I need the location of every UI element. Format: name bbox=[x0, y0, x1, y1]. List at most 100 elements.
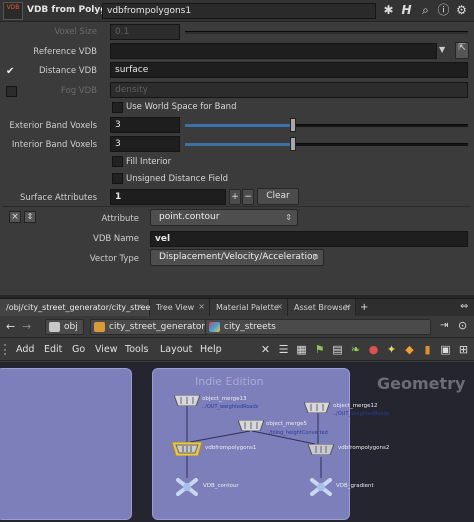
record-icon[interactable]: ● bbox=[366, 342, 381, 357]
vdb-contour-label: VDB_contour bbox=[203, 483, 239, 489]
search-icon[interactable]: ⌕ bbox=[417, 2, 434, 19]
fill-interior-checkbox[interactable] bbox=[112, 156, 123, 167]
node-name-field[interactable]: vdbfrompolygons1 bbox=[102, 3, 376, 19]
add-attribute-button[interactable]: + bbox=[229, 189, 241, 205]
forward-icon[interactable]: → bbox=[22, 320, 31, 333]
pin-icon[interactable]: ⇥ bbox=[440, 320, 448, 331]
distance-vdb-label: Distance VDB bbox=[38, 66, 97, 76]
object-merge5-node[interactable] bbox=[238, 420, 264, 431]
menu-edit[interactable]: Edit bbox=[44, 344, 62, 355]
overflow-icon[interactable]: ⊞ bbox=[456, 342, 471, 357]
tab-asset-browser[interactable]: Asset Browser × bbox=[288, 299, 356, 317]
menu-add[interactable]: Add bbox=[16, 344, 34, 355]
vdb-gradient-label: VDB_gradient bbox=[336, 483, 374, 489]
multiparm-divider bbox=[3, 206, 471, 207]
menu-view[interactable]: View bbox=[95, 344, 118, 355]
clear-button[interactable]: Clear bbox=[257, 188, 299, 205]
info-icon[interactable]: ⓘ bbox=[435, 2, 452, 19]
vdb-name-field[interactable]: vel bbox=[150, 231, 468, 247]
breadcrumb-obj[interactable]: obj bbox=[45, 319, 84, 335]
vector-type-label: Vector Type bbox=[89, 254, 139, 264]
surface-attributes-count[interactable]: 1 bbox=[110, 189, 226, 205]
interior-band-label: Interior Band Voxels bbox=[11, 140, 97, 150]
menu-layout[interactable]: Layout bbox=[160, 344, 192, 355]
object-merge12-path: ../OUT_weightedRoads bbox=[333, 411, 390, 417]
pane-tabs: /obj/city_street_generator/city_streets … bbox=[0, 298, 474, 317]
fog-vdb-field[interactable]: density bbox=[110, 82, 468, 98]
vector-type-select[interactable]: Displacement/Velocity/Acceleration ⇕ bbox=[150, 249, 324, 266]
image-icon[interactable]: ▣ bbox=[438, 342, 453, 357]
tab-network[interactable]: /obj/city_street_generator/city_streets … bbox=[0, 299, 158, 317]
exterior-band-slider-handle[interactable] bbox=[290, 118, 296, 132]
wrench-icon[interactable]: ✕ bbox=[258, 342, 273, 357]
object-merge13-node[interactable] bbox=[174, 395, 200, 406]
box-icon[interactable]: ▮ bbox=[420, 342, 435, 357]
flag-icon[interactable]: ⚑ bbox=[312, 342, 327, 357]
interior-band-slider-handle[interactable] bbox=[290, 137, 296, 151]
help-icon[interactable]: H bbox=[398, 2, 415, 19]
leaf-icon[interactable]: ❧ bbox=[348, 342, 363, 357]
list-icon[interactable]: ☰ bbox=[276, 342, 291, 357]
help-label: H bbox=[401, 3, 412, 17]
reference-vdb-field[interactable] bbox=[110, 43, 437, 59]
reorder-instance-glyph: ⇕ bbox=[26, 212, 34, 221]
close-icon[interactable]: × bbox=[198, 302, 205, 311]
distance-vdb-field[interactable]: surface bbox=[110, 62, 468, 78]
tab-tree-view[interactable]: Tree View × bbox=[150, 299, 210, 317]
exterior-band-slider-fill bbox=[185, 124, 293, 127]
object-merge13-path: ../OUT_weightedRoads bbox=[202, 404, 259, 410]
pane-menu-icon[interactable]: ⇔ bbox=[460, 301, 468, 312]
object-merge5-label: object_merge5 bbox=[266, 421, 307, 427]
star-icon[interactable]: ✦ bbox=[384, 342, 399, 357]
obj-icon bbox=[49, 322, 60, 332]
interior-band-field[interactable]: 3 bbox=[110, 136, 180, 152]
voxel-size-slider[interactable] bbox=[185, 31, 468, 34]
fog-vdb-label: Fog VDB bbox=[60, 86, 97, 96]
world-space-label: Use World Space for Band bbox=[126, 102, 237, 112]
camera-icon[interactable]: ▤ bbox=[330, 342, 345, 357]
voxel-size-field[interactable]: 0.1 bbox=[110, 24, 180, 40]
close-icon[interactable]: × bbox=[136, 302, 143, 311]
breadcrumb-city-streets-label: city_streets bbox=[224, 322, 276, 332]
menu-go[interactable]: Go bbox=[72, 344, 85, 355]
world-space-checkbox[interactable] bbox=[112, 102, 123, 113]
remove-instance-icon[interactable]: × bbox=[9, 211, 21, 223]
tab-asset-browser-label: Asset Browser bbox=[294, 303, 351, 312]
unsigned-distance-checkbox[interactable] bbox=[112, 173, 123, 184]
close-icon[interactable]: × bbox=[276, 302, 283, 311]
menu-help[interactable]: Help bbox=[200, 344, 222, 355]
updown-icon: ⇕ bbox=[285, 213, 292, 222]
chevron-down-icon[interactable]: ▼ bbox=[439, 45, 445, 54]
node-chooser-icon[interactable]: ⇱ bbox=[455, 42, 469, 59]
settings-icon[interactable]: ⚙ bbox=[453, 2, 470, 19]
network-view[interactable]: Indie Edition Geometry object_merge13 ..… bbox=[0, 362, 474, 522]
distance-vdb-checkbox[interactable]: ✔ bbox=[6, 66, 14, 77]
breadcrumb-city-street-generator[interactable]: city_street_generator bbox=[90, 319, 212, 335]
network-wires bbox=[186, 406, 322, 478]
attribute-select[interactable]: point.contour ⇕ bbox=[150, 209, 298, 226]
reorder-instance-icon[interactable]: ⇕ bbox=[24, 211, 36, 223]
voxel-size-label: Voxel Size bbox=[54, 27, 97, 37]
back-icon[interactable]: ← bbox=[6, 320, 15, 333]
vdbfrompolygons2-node[interactable] bbox=[308, 444, 334, 455]
vdb-gradient-node[interactable] bbox=[310, 478, 332, 496]
close-icon[interactable]: × bbox=[344, 302, 351, 311]
gear-icon[interactable]: ✱ bbox=[380, 2, 397, 19]
object-merge13-label: object_merge13 bbox=[202, 396, 247, 402]
attribute-select-value: point.contour bbox=[159, 212, 220, 222]
exterior-band-field[interactable]: 3 bbox=[110, 117, 180, 133]
breadcrumb-city-streets[interactable]: city_streets bbox=[205, 319, 431, 335]
tab-material-palette[interactable]: Material Palette × bbox=[210, 299, 288, 317]
menu-tools[interactable]: Tools bbox=[125, 344, 148, 355]
bulb-icon[interactable]: ◆ bbox=[402, 342, 417, 357]
vdbfrompolygons1-node[interactable] bbox=[172, 442, 202, 456]
drag-handle[interactable] bbox=[4, 344, 13, 355]
grid-icon[interactable]: ▦ bbox=[294, 342, 309, 357]
link-icon[interactable]: ⊙ bbox=[458, 319, 467, 332]
remove-attribute-button[interactable]: − bbox=[242, 189, 254, 205]
add-tab-icon[interactable]: + bbox=[360, 302, 368, 313]
vdbfrompolygons2-label: vdbfrompolygons2 bbox=[338, 445, 390, 451]
vdb-contour-node[interactable] bbox=[176, 478, 198, 496]
fog-vdb-checkbox[interactable] bbox=[6, 86, 17, 97]
object-merge12-node[interactable] bbox=[304, 402, 330, 413]
